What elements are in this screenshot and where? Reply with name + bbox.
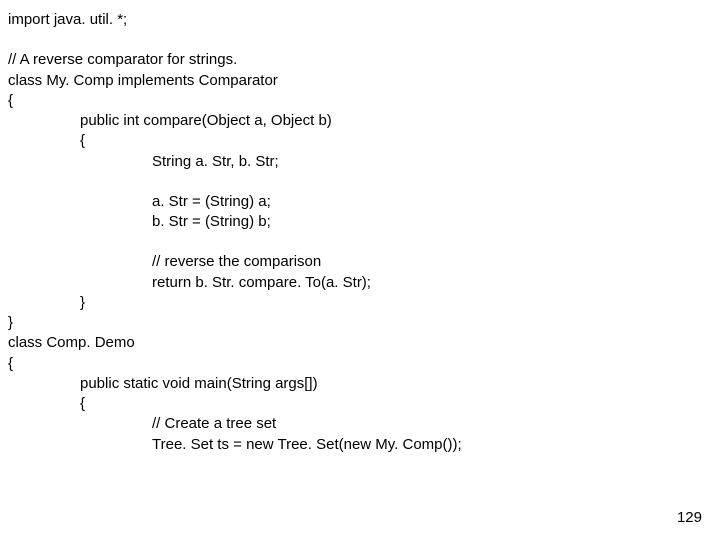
code-line: return b. Str. compare. To(a. Str); [8, 273, 712, 293]
code-line: { [8, 394, 712, 414]
code-line: b. Str = (String) b; [8, 212, 712, 232]
code-line: public static void main(String args[]) [8, 374, 712, 394]
code-line: // A reverse comparator for strings. [8, 50, 712, 70]
blank-line [8, 30, 712, 50]
code-slide: import java. util. *; // A reverse compa… [0, 0, 720, 455]
code-line: { [8, 354, 712, 374]
code-line: } [8, 313, 712, 333]
code-line: { [8, 131, 712, 151]
code-line: public int compare(Object a, Object b) [8, 111, 712, 131]
code-line: class My. Comp implements Comparator [8, 71, 712, 91]
code-line: { [8, 91, 712, 111]
code-line: // Create a tree set [8, 414, 712, 434]
page-number: 129 [677, 509, 702, 526]
code-line: String a. Str, b. Str; [8, 152, 712, 172]
code-line: a. Str = (String) a; [8, 192, 712, 212]
code-line: Tree. Set ts = new Tree. Set(new My. Com… [8, 435, 712, 455]
code-line: // reverse the comparison [8, 252, 712, 272]
blank-line [8, 172, 712, 192]
code-line: class Comp. Demo [8, 333, 712, 353]
code-line: import java. util. *; [8, 10, 712, 30]
code-line: } [8, 293, 712, 313]
blank-line [8, 232, 712, 252]
